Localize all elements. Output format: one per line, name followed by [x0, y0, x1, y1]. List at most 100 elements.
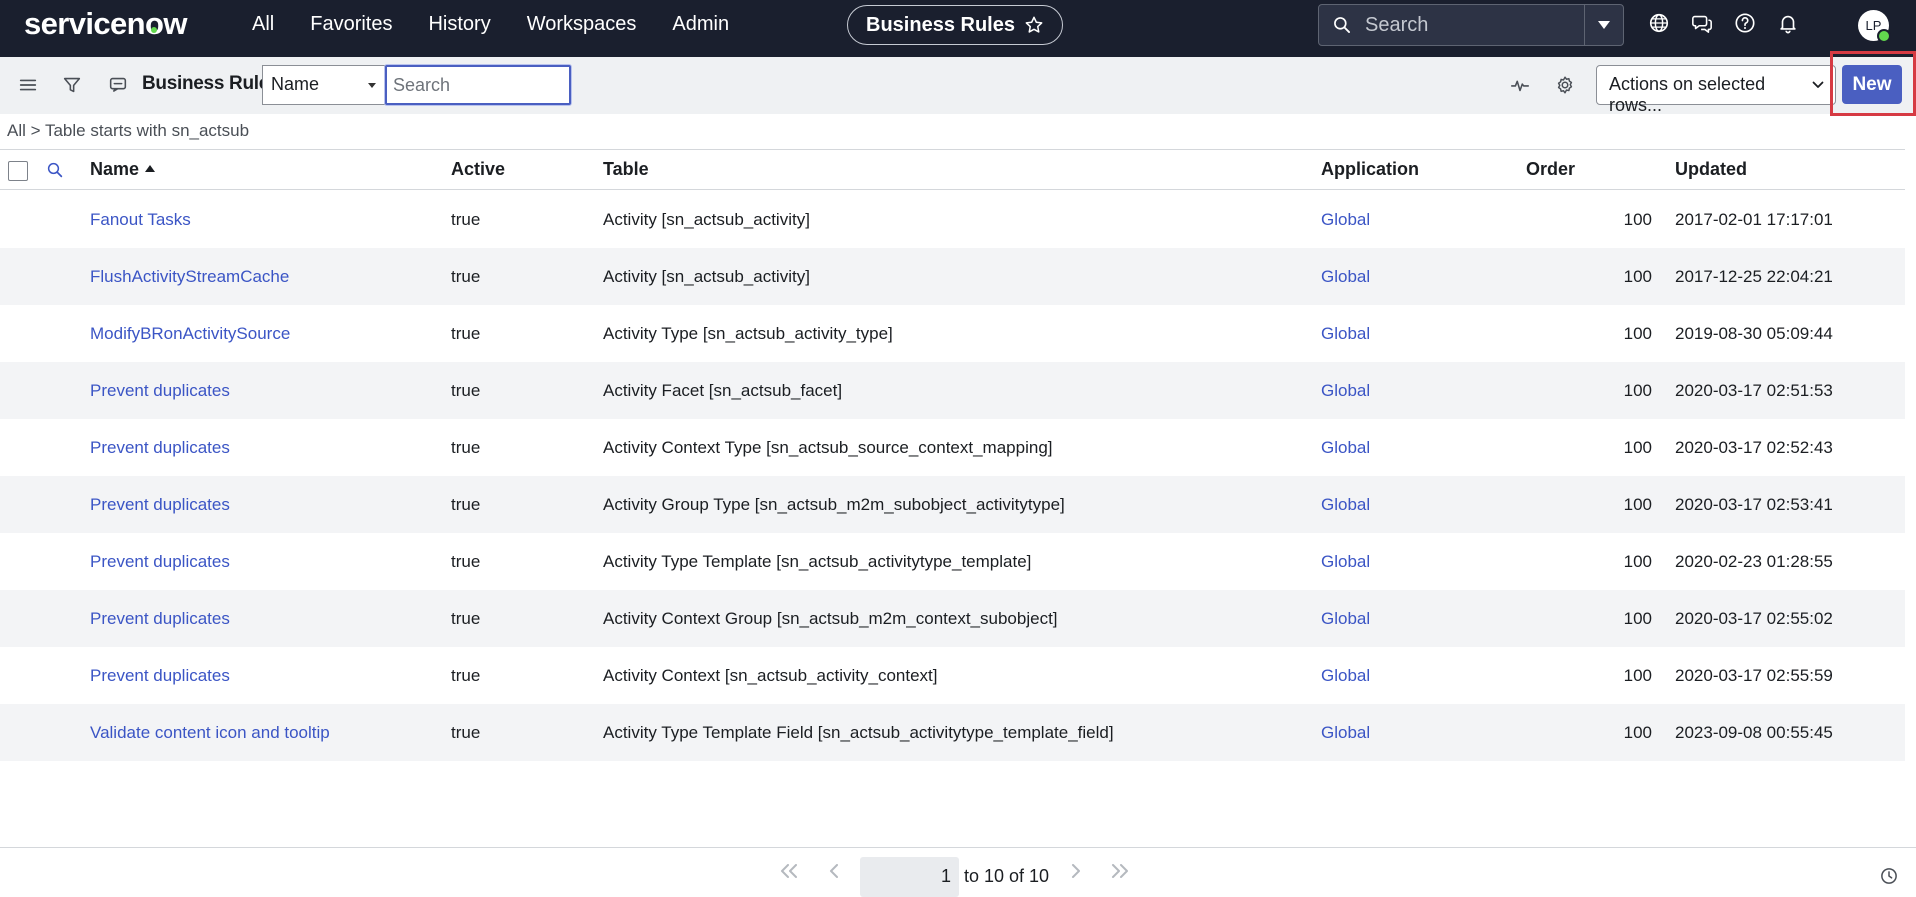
table-row: Prevent duplicates true Activity Context…	[0, 419, 1905, 476]
application-link[interactable]: Global	[1321, 324, 1370, 344]
servicenow-logo[interactable]: servicenow	[24, 6, 187, 42]
application-link[interactable]: Global	[1321, 267, 1370, 287]
user-avatar[interactable]: LP	[1858, 10, 1891, 43]
name-link[interactable]: Prevent duplicates	[90, 609, 230, 629]
name-link[interactable]: ModifyBRonActivitySource	[90, 324, 290, 344]
table-row: Prevent duplicates true Activity Context…	[0, 590, 1905, 647]
table-cell: Activity Type Template Field [sn_actsub_…	[603, 723, 1114, 742]
activity-pulse-icon[interactable]	[1509, 74, 1531, 96]
application-link[interactable]: Global	[1321, 609, 1370, 629]
column-header-active[interactable]: Active	[451, 159, 505, 180]
column-header-order[interactable]: Order	[1526, 159, 1575, 180]
globe-icon[interactable]	[1648, 12, 1670, 34]
updated-cell: 2020-03-17 02:55:59	[1675, 666, 1833, 685]
name-link[interactable]: Prevent duplicates	[90, 552, 230, 572]
page-number-input[interactable]: 1	[860, 857, 959, 897]
nav-item-all[interactable]: All	[252, 13, 274, 36]
name-link[interactable]: Prevent duplicates	[90, 495, 230, 515]
table-cell: Activity Context [sn_actsub_activity_con…	[603, 666, 938, 685]
table-row: Prevent duplicates true Activity Facet […	[0, 362, 1905, 419]
search-scope-dropdown[interactable]	[1584, 5, 1623, 45]
hamburger-menu-icon[interactable]	[17, 74, 39, 96]
order-cell: 100	[1623, 666, 1652, 685]
breadcrumb[interactable]: All > Table starts with sn_actsub	[7, 121, 249, 141]
chevron-down-icon	[1812, 81, 1824, 88]
search-icon[interactable]	[46, 161, 64, 179]
name-link[interactable]: Validate content icon and tooltip	[90, 723, 330, 743]
next-page-icon[interactable]	[1064, 859, 1088, 883]
previous-page-icon[interactable]	[822, 859, 846, 883]
list-search-input[interactable]	[385, 65, 571, 105]
updated-cell: 2023-09-08 00:55:45	[1675, 723, 1833, 742]
new-button[interactable]: New	[1842, 65, 1902, 104]
list-title: Business Rules	[142, 73, 280, 94]
caret-down-icon	[368, 83, 376, 88]
nav-item-workspaces[interactable]: Workspaces	[527, 13, 637, 36]
active-cell: true	[451, 552, 481, 571]
active-cell: true	[451, 381, 481, 400]
column-header-name[interactable]: Name	[90, 159, 156, 180]
nav-item-admin[interactable]: Admin	[672, 13, 729, 36]
name-link[interactable]: Prevent duplicates	[90, 666, 230, 686]
name-link[interactable]: FlushActivityStreamCache	[90, 267, 289, 287]
application-link[interactable]: Global	[1321, 210, 1370, 230]
context-title-pill[interactable]: Business Rules	[847, 5, 1063, 45]
first-page-icon[interactable]	[777, 859, 801, 883]
active-cell: true	[451, 495, 481, 514]
updated-cell: 2017-12-25 22:04:21	[1675, 267, 1833, 286]
table-row: Validate content icon and tooltip true A…	[0, 704, 1905, 761]
column-label: Name	[90, 159, 140, 179]
order-cell: 100	[1623, 267, 1652, 286]
active-cell: true	[451, 324, 481, 343]
order-cell: 100	[1623, 210, 1652, 229]
table-cell: Activity Context Type [sn_actsub_source_…	[603, 438, 1053, 457]
filter-icon[interactable]	[61, 74, 83, 96]
application-link[interactable]: Global	[1321, 666, 1370, 686]
table-row: Prevent duplicates true Activity Context…	[0, 647, 1905, 704]
table-header: Name Active Table Application Order Upda…	[0, 150, 1905, 190]
search-field-value: Name	[271, 74, 320, 94]
application-link[interactable]: Global	[1321, 495, 1370, 515]
order-cell: 100	[1623, 438, 1652, 457]
main-menu: All Favorites History Workspaces Admin	[252, 13, 729, 36]
nav-item-history[interactable]: History	[428, 13, 490, 36]
table-row: FlushActivityStreamCache true Activity […	[0, 248, 1905, 305]
star-icon[interactable]	[1024, 15, 1044, 35]
actions-on-selected-rows-select[interactable]: Actions on selected rows...	[1596, 65, 1836, 115]
table-cell: Activity [sn_actsub_activity]	[603, 210, 810, 229]
application-link[interactable]: Global	[1321, 552, 1370, 572]
gear-icon[interactable]	[1554, 74, 1576, 96]
application-link[interactable]: Global	[1321, 723, 1370, 743]
column-header-table[interactable]: Table	[603, 159, 649, 180]
updated-cell: 2017-02-01 17:17:01	[1675, 210, 1833, 229]
global-search[interactable]: Search	[1318, 4, 1624, 46]
nav-item-favorites[interactable]: Favorites	[310, 13, 392, 36]
top-navigation-bar: servicenow All Favorites History Workspa…	[0, 0, 1916, 57]
list-toolbar: Business Rules Name Actions on selected …	[0, 57, 1916, 115]
name-link[interactable]: Prevent duplicates	[90, 381, 230, 401]
table-cell: Activity [sn_actsub_activity]	[603, 267, 810, 286]
order-cell: 100	[1623, 324, 1652, 343]
active-cell: true	[451, 438, 481, 457]
last-page-icon[interactable]	[1108, 859, 1132, 883]
updated-cell: 2020-03-17 02:51:53	[1675, 381, 1833, 400]
chat-icon[interactable]	[1691, 12, 1713, 34]
order-cell: 100	[1623, 723, 1652, 742]
column-header-updated[interactable]: Updated	[1675, 159, 1747, 180]
name-link[interactable]: Fanout Tasks	[90, 210, 191, 230]
updated-cell: 2020-02-23 01:28:55	[1675, 552, 1833, 571]
bell-icon[interactable]	[1777, 12, 1799, 34]
application-link[interactable]: Global	[1321, 438, 1370, 458]
clock-icon[interactable]	[1880, 867, 1898, 885]
name-link[interactable]: Prevent duplicates	[90, 438, 230, 458]
select-all-checkbox[interactable]	[8, 161, 28, 181]
nav-icon-group	[1648, 12, 1799, 34]
context-menu-icon[interactable]	[107, 74, 129, 96]
global-search-input[interactable]: Search	[1365, 14, 1584, 37]
application-link[interactable]: Global	[1321, 381, 1370, 401]
column-header-application[interactable]: Application	[1321, 159, 1419, 180]
help-icon[interactable]	[1734, 12, 1756, 34]
caret-down-icon	[1598, 21, 1610, 29]
table-cell: Activity Group Type [sn_actsub_m2m_subob…	[603, 495, 1065, 514]
search-field-select[interactable]: Name	[262, 65, 385, 105]
